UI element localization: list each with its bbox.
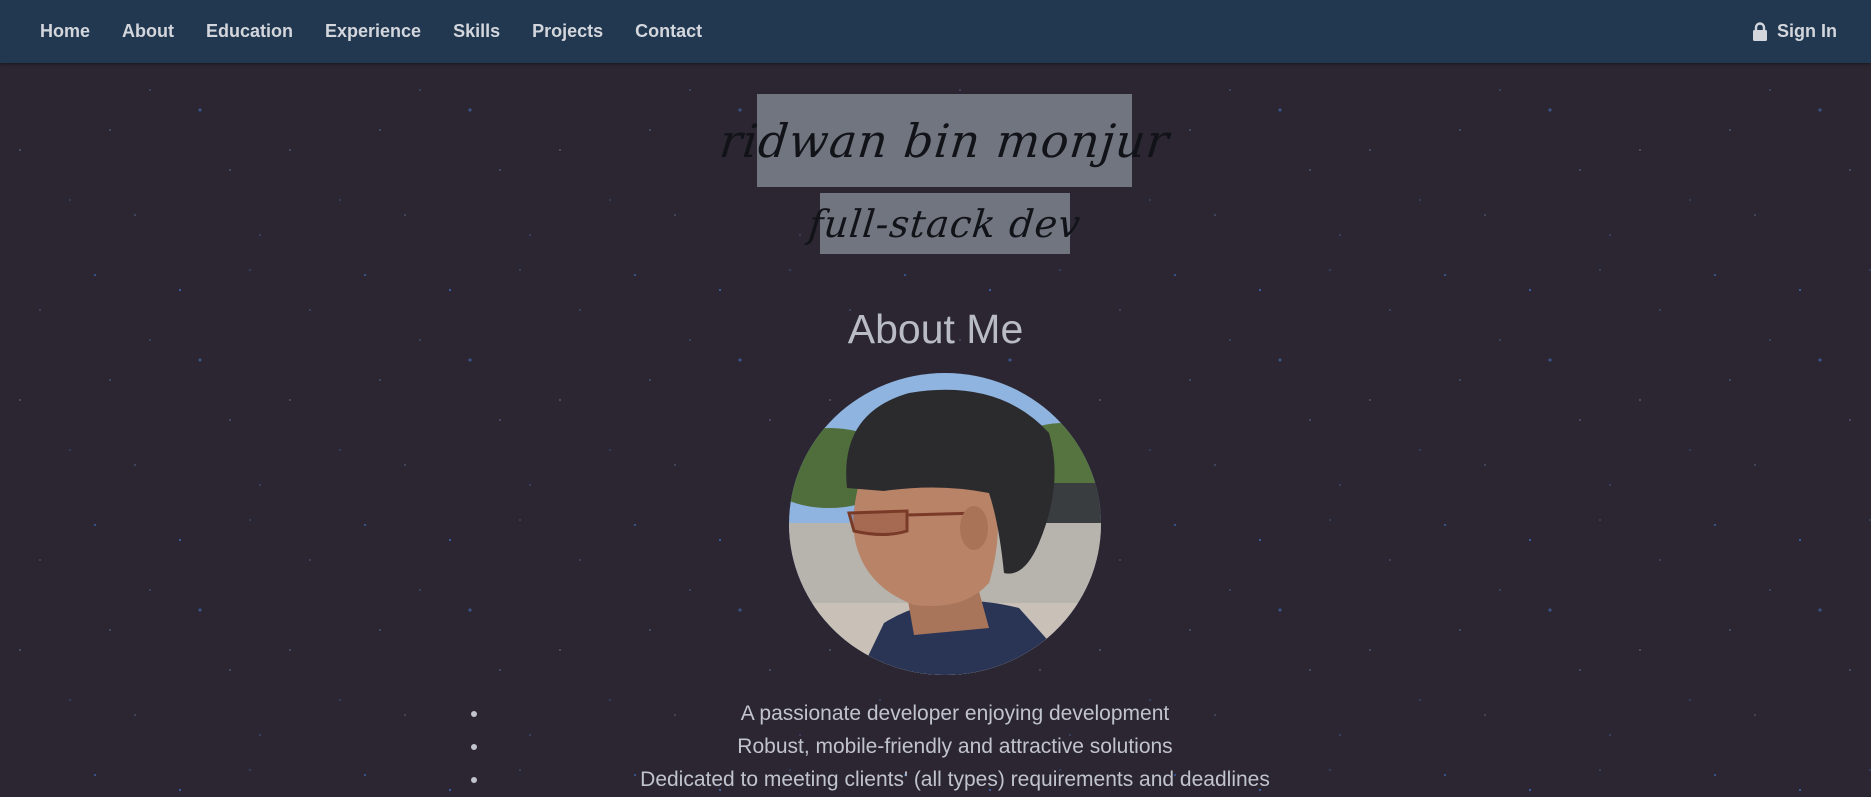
about-point: Robust, mobile-friendly and attractive s…	[490, 730, 1420, 763]
name-banner: ridwan bin monjur	[717, 94, 1172, 187]
nav-item-experience[interactable]: Experience	[309, 21, 437, 42]
nav-item-home[interactable]: Home	[24, 21, 106, 42]
developer-role: full-stack dev	[806, 201, 1084, 246]
top-navbar: Home About Education Experience Skills P…	[0, 0, 1871, 63]
nav-item-projects[interactable]: Projects	[516, 21, 619, 42]
role-banner: full-stack dev	[807, 193, 1083, 254]
about-points: A passionate developer enjoying developm…	[470, 697, 1420, 796]
nav-item-skills[interactable]: Skills	[437, 21, 516, 42]
nav-item-education[interactable]: Education	[190, 21, 309, 42]
profile-photo	[789, 373, 1101, 675]
about-point: Dedicated to meeting clients' (all types…	[490, 763, 1420, 796]
nav-item-contact[interactable]: Contact	[619, 21, 718, 42]
nav-item-about[interactable]: About	[106, 21, 190, 42]
lock-icon	[1752, 21, 1768, 42]
developer-name: ridwan bin monjur	[716, 113, 1173, 168]
nav-links: Home About Education Experience Skills P…	[24, 0, 718, 63]
about-point: A passionate developer enjoying developm…	[490, 697, 1420, 730]
sign-in-button[interactable]: Sign In	[1752, 0, 1837, 63]
sign-in-label: Sign In	[1777, 21, 1837, 41]
about-heading: About Me	[847, 306, 1024, 352]
